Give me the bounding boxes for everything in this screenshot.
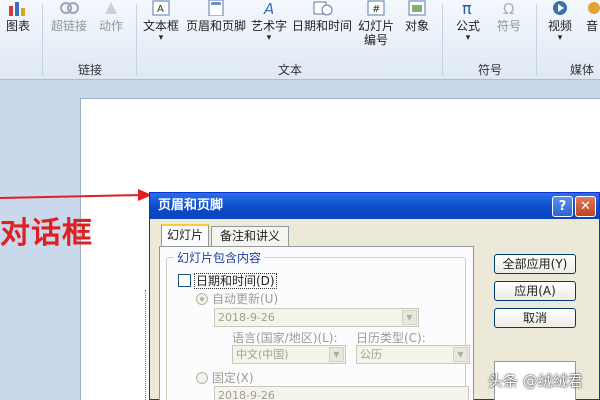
action-button[interactable]: 动作 (94, 0, 128, 58)
slide-number-button[interactable]: # 幻灯片 编号 (356, 0, 396, 58)
audio-label: 音 (585, 19, 598, 33)
group-label-media: 媒体 (569, 63, 594, 77)
date-time-checkbox[interactable] (178, 274, 191, 287)
chevron-down-icon: ▾ (557, 33, 563, 43)
wordart-icon: A (263, 0, 274, 16)
language-select[interactable]: 中文(中国) ▼ (232, 345, 346, 364)
date-time-row[interactable]: 日期和时间(D) (178, 272, 277, 289)
chart-label: 图表 (5, 19, 30, 33)
header-footer-label: 页眉和页脚 (185, 19, 246, 33)
auto-update-radio[interactable] (196, 293, 208, 305)
apply-button[interactable]: 应用(A) (494, 281, 576, 301)
ribbon-insert: 图表 超链接 动作 A 文本框 ▾ 页眉和页脚 A 艺术字 ▾ 日期和时间 # … (0, 0, 600, 80)
group-divider (42, 4, 43, 76)
action-icon (105, 2, 117, 14)
group-divider (442, 4, 443, 76)
language-label: 语言(国家/地区)(L): (232, 331, 338, 345)
audio-icon (588, 2, 600, 14)
dialog-title-bar[interactable]: 页眉和页脚 (150, 193, 599, 219)
header-footer-button[interactable]: 页眉和页脚 (185, 0, 247, 58)
fixed-label: 固定(X) (212, 371, 254, 385)
action-label: 动作 (98, 19, 123, 33)
fixed-row[interactable]: 固定(X) (196, 369, 254, 386)
date-time-button[interactable]: 日期和时间 (291, 0, 353, 58)
equation-icon: π (462, 0, 472, 16)
svg-text:A: A (263, 0, 274, 16)
fixed-date-input[interactable]: 2018-9-26 (214, 386, 469, 400)
date-time-label: 日期和时间 (291, 19, 352, 33)
auto-update-value: 2018-9-26 (218, 311, 275, 324)
auto-update-row[interactable]: 自动更新(U) (196, 290, 278, 307)
tab-notes-handouts[interactable]: 备注和讲义 (211, 226, 289, 246)
symbol-button[interactable]: Ω 符号 (492, 0, 526, 58)
annotation-text: 对话框 (0, 216, 93, 251)
slide-number-label-2: 编号 (363, 33, 388, 47)
object-label: 对象 (404, 19, 429, 33)
audio-button[interactable]: 音 (584, 0, 600, 58)
group-divider (536, 4, 537, 76)
chevron-down-icon: ▼ (329, 347, 344, 362)
slide-number-icon: # (367, 0, 385, 16)
date-time-checkbox-label: 日期和时间(D) (194, 273, 277, 289)
svg-text:A: A (157, 4, 164, 15)
dialog-title: 页眉和页脚 (158, 198, 224, 213)
hyperlink-icon (60, 2, 79, 14)
svg-text:π: π (462, 0, 472, 16)
textbox-button[interactable]: A 文本框 ▾ (140, 0, 182, 58)
object-button[interactable]: 对象 (400, 0, 434, 58)
fixed-radio[interactable] (196, 372, 208, 384)
chevron-down-icon: ▼ (402, 310, 417, 325)
apply-all-button[interactable]: 全部应用(Y) (494, 254, 576, 274)
textbox-icon: A (152, 0, 170, 16)
help-button[interactable]: ? (552, 196, 573, 217)
auto-update-select[interactable]: 2018-9-26 ▼ (214, 308, 419, 327)
wordart-button[interactable]: A 艺术字 ▾ (249, 0, 289, 58)
annotation-arrow-icon (0, 189, 152, 201)
watermark: 头条 @绒绒君 (488, 372, 583, 390)
group-divider (136, 4, 137, 76)
header-footer-icon (208, 0, 224, 16)
close-icon: ✕ (580, 199, 591, 214)
header-footer-dialog: 页眉和页脚 ? ✕ 幻灯片 备注和讲义 幻灯片包含内容 日期和时间(D) 自动更… (149, 192, 600, 400)
chevron-down-icon: ▾ (465, 33, 471, 43)
video-icon (553, 1, 567, 15)
placeholder-border (145, 290, 146, 400)
date-time-icon (313, 1, 333, 16)
symbol-label: 符号 (496, 19, 521, 33)
auto-update-label: 自动更新(U) (212, 292, 279, 306)
group-label-text: 文本 (277, 63, 302, 77)
cancel-button[interactable]: 取消 (494, 308, 576, 328)
close-button[interactable]: ✕ (575, 196, 596, 217)
video-button[interactable]: 视频 ▾ (542, 0, 578, 58)
svg-text:Ω: Ω (503, 0, 514, 16)
chevron-down-icon: ▾ (158, 33, 164, 43)
chart-icon (9, 2, 25, 16)
hyperlink-button[interactable]: 超链接 (48, 0, 90, 58)
group-legend: 幻灯片包含内容 (174, 249, 265, 266)
hyperlink-label: 超链接 (50, 19, 87, 33)
chevron-down-icon: ▾ (266, 33, 272, 43)
chart-button[interactable]: 图表 (2, 0, 34, 58)
chevron-down-icon: ▼ (453, 347, 468, 362)
tab-slides[interactable]: 幻灯片 (161, 224, 209, 246)
calendar-select[interactable]: 公历 ▼ (356, 345, 470, 364)
fixed-date-value: 2018-9-26 (218, 389, 275, 400)
equation-button[interactable]: π 公式 ▾ (450, 0, 486, 58)
group-label-symbols: 符号 (477, 63, 502, 77)
group-label-links: 链接 (77, 63, 102, 77)
help-icon: ? (558, 199, 567, 214)
calendar-label: 日历类型(C): (356, 331, 426, 345)
language-value: 中文(中国) (236, 348, 289, 361)
svg-text:#: # (372, 4, 380, 15)
slide-number-label: 幻灯片 (357, 19, 394, 33)
symbol-icon: Ω (503, 0, 514, 16)
calendar-value: 公历 (360, 348, 382, 361)
object-icon (408, 0, 426, 16)
